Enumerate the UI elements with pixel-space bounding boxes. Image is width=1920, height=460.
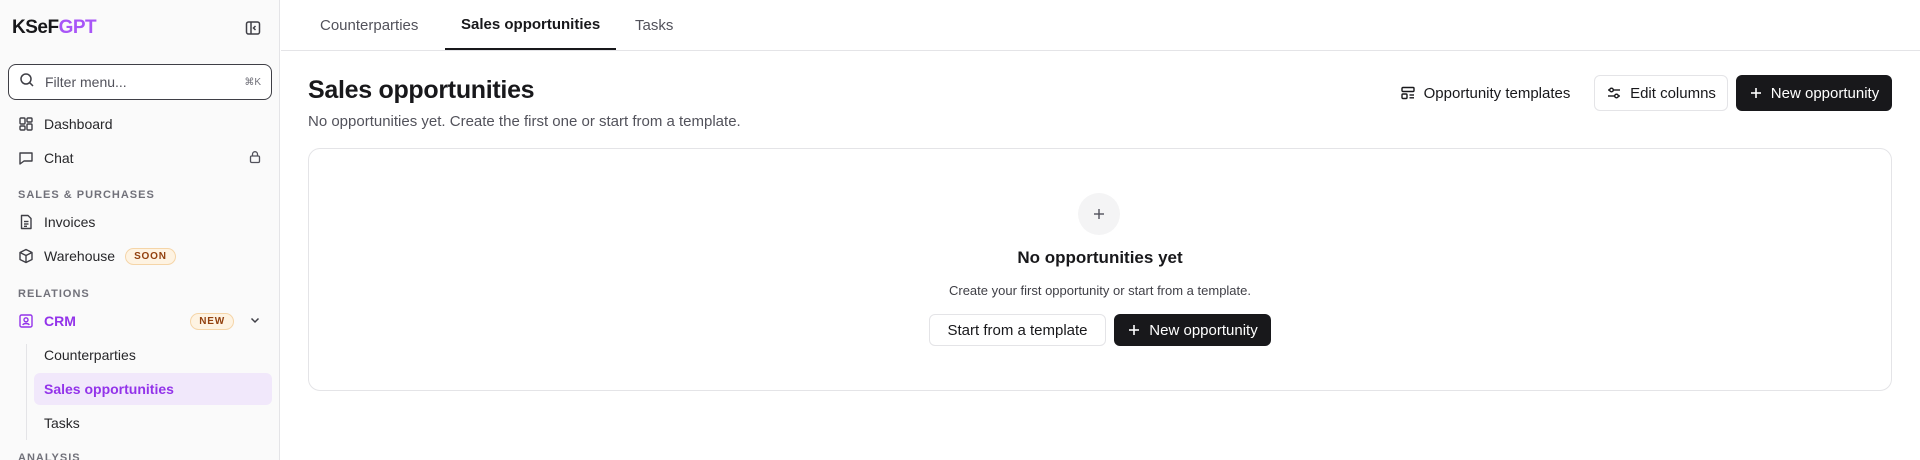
soon-badge: SOON [125, 247, 176, 265]
sliders-icon [1606, 85, 1622, 101]
sidebar-subitem-label: Sales opportunities [44, 381, 174, 397]
sidebar-subitem-tasks[interactable]: Tasks [34, 407, 272, 439]
contact-icon [18, 313, 34, 329]
logo-primary: KSeF [12, 17, 59, 38]
sidebar-subitem-sales-opportunities[interactable]: Sales opportunities [34, 373, 272, 405]
app-logo[interactable]: KSeFGPT [12, 17, 97, 39]
plus-icon [1749, 86, 1763, 100]
start-from-template-button[interactable]: Start from a template [929, 314, 1106, 346]
sidebar-item-label: Dashboard [44, 116, 113, 132]
sidebar-subitem-counterparties[interactable]: Counterparties [34, 339, 272, 371]
button-label: New opportunity [1770, 84, 1880, 102]
page-subtitle: No opportunities yet. Create the first o… [308, 113, 741, 130]
sidebar-item-dashboard[interactable]: Dashboard [8, 108, 272, 140]
top-tabs: Counterparties Sales opportunities Tasks [281, 0, 1920, 51]
sidebar-item-label: CRM [44, 313, 76, 329]
sidebar-item-label: Invoices [44, 214, 96, 230]
tab-label: Tasks [635, 16, 674, 34]
button-label: Edit columns [1630, 84, 1716, 102]
empty-state-plus-icon [1078, 193, 1120, 235]
new-opportunity-button[interactable]: New opportunity [1736, 75, 1892, 111]
chat-icon [18, 150, 34, 166]
plus-icon [1127, 323, 1141, 337]
empty-state-new-opportunity-button[interactable]: New opportunity [1114, 314, 1271, 346]
submenu-guide-line [26, 344, 27, 440]
dashboard-icon [18, 116, 34, 132]
sidebar-toggle-icon[interactable] [244, 19, 262, 37]
button-label: Opportunity templates [1423, 84, 1571, 102]
new-badge: NEW [190, 312, 234, 330]
sidebar-item-label: Warehouse [44, 248, 116, 264]
sidebar-item-label: Chat [44, 150, 74, 166]
tab-sales-opportunities[interactable]: Sales opportunities [445, 0, 617, 50]
sidebar-item-chat[interactable]: Chat [8, 142, 272, 174]
box-icon [18, 248, 34, 264]
tab-label: Sales opportunities [461, 15, 601, 33]
sidebar-subitem-label: Tasks [44, 415, 80, 431]
empty-state-card [308, 148, 1892, 391]
edit-columns-button[interactable]: Edit columns [1594, 75, 1728, 111]
filter-menu-field[interactable]: ⌘K [8, 64, 272, 100]
shortcut-hint: ⌘K [244, 76, 261, 88]
empty-state-description: Create your first opportunity or start f… [948, 283, 1251, 298]
search-icon [19, 72, 35, 93]
sidebar-subitem-label: Counterparties [44, 347, 136, 363]
sidebar-item-crm[interactable]: CRM NEW [8, 305, 272, 337]
sidebar: KSeFGPT ⌘K Dashboard Chat SALES & PURCHA… [0, 0, 280, 460]
tab-tasks[interactable]: Tasks [619, 0, 689, 50]
sidebar-item-invoices[interactable]: Invoices [8, 206, 272, 238]
empty-state-title: No opportunities yet [1017, 248, 1183, 267]
invoice-icon [18, 214, 34, 230]
filter-menu-input[interactable] [45, 74, 245, 90]
button-label: New opportunity [1149, 321, 1258, 339]
section-relations: RELATIONS [18, 288, 90, 300]
tab-counterparties[interactable]: Counterparties [304, 0, 434, 50]
template-icon [1400, 85, 1416, 101]
section-sales-purchases: SALES & PURCHASES [18, 189, 155, 201]
sidebar-item-warehouse[interactable]: Warehouse SOON [8, 240, 272, 272]
logo-accent: GPT [58, 17, 97, 38]
tab-label: Counterparties [320, 16, 419, 34]
opportunity-templates-button[interactable]: Opportunity templates [1386, 75, 1584, 111]
chevron-down-icon[interactable] [248, 313, 262, 330]
lock-icon [248, 150, 262, 167]
page-title: Sales opportunities [308, 76, 535, 104]
button-label: Start from a template [947, 321, 1088, 339]
section-analysis: ANALYSIS [18, 452, 81, 460]
logo-row: KSeFGPT [12, 16, 262, 40]
